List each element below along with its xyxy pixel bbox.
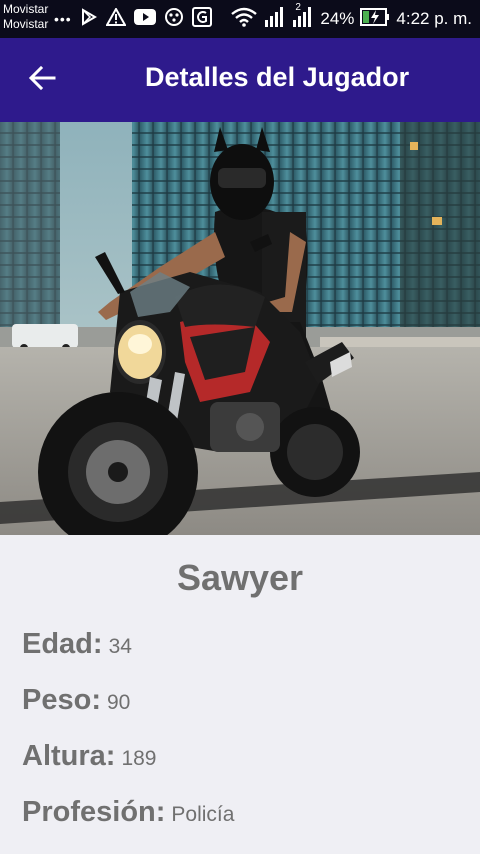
player-photo	[0, 122, 480, 535]
detail-label: Profesión:	[22, 796, 166, 828]
wifi-icon	[230, 7, 258, 32]
carrier-1: Movistar	[3, 2, 49, 16]
app-bar: Detalles del Jugador	[0, 38, 480, 122]
signal-icon-sim-2: 2	[292, 2, 314, 33]
youtube-icon	[133, 8, 156, 30]
page-title: Detalles del Jugador	[145, 62, 410, 92]
notification-icons: •••	[54, 6, 212, 32]
overflow-dots: •••	[54, 11, 72, 27]
carrier-2: Movistar	[3, 17, 49, 31]
detail-label: Altura:	[22, 740, 116, 772]
detail-value: Policía	[171, 803, 235, 826]
sim-index: 2	[295, 1, 301, 13]
detail-label: Edad:	[22, 628, 103, 660]
play-store-icon	[80, 7, 98, 31]
battery-charging-icon	[360, 7, 390, 32]
detail-value: 90	[106, 691, 131, 714]
carrier-names: Movistar Movistar	[3, 2, 48, 32]
detail-value: 34	[108, 635, 132, 658]
drive-icon	[164, 7, 184, 32]
player-name: Sawyer	[176, 557, 304, 598]
detail-label: Peso:	[22, 684, 101, 716]
detail-altura: Altura: 189	[22, 740, 157, 773]
warning-icon	[105, 6, 127, 31]
detail-edad: Edad: 34	[22, 628, 132, 661]
clock: 4:22 p. m.	[396, 9, 472, 28]
arrow-left-icon	[28, 64, 56, 97]
detail-value: 189	[121, 747, 157, 770]
battery-percent: 24%	[320, 9, 355, 28]
system-icons: 2 24% 4:22 p. m.	[230, 2, 472, 33]
back-button[interactable]	[22, 60, 62, 100]
gallery-icon	[191, 6, 212, 32]
signal-icon	[264, 6, 286, 33]
detail-peso: Peso: 90	[22, 684, 130, 717]
status-bar: Movistar Movistar ••• 2 24% 4:22 p. m.	[0, 0, 480, 38]
detail-profesion: Profesión: Policía	[22, 796, 234, 829]
